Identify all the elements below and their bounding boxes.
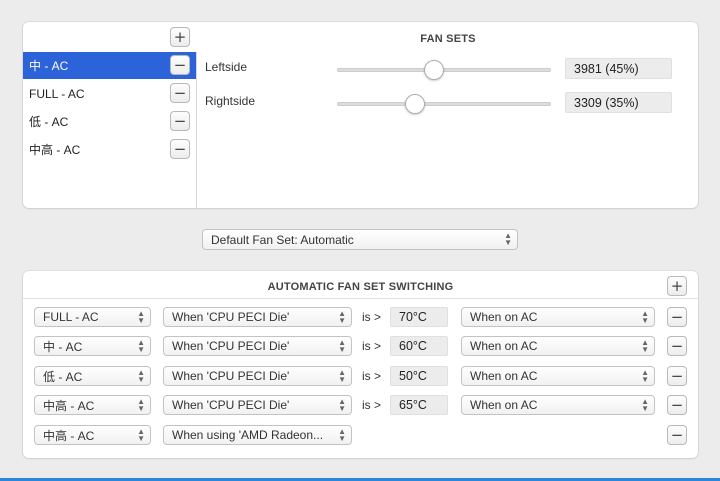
up-down-chevron-icon: ▲ ▼: [338, 397, 346, 413]
fan-set-item-label: 中高 - AC: [29, 143, 81, 157]
fan-set-item-label: 中 - AC: [29, 59, 69, 73]
add-rule-button[interactable]: +: [667, 276, 687, 296]
rule-condition-popup[interactable]: When 'CPU PECI Die' ▲ ▼: [163, 336, 352, 356]
fan-speed-value: 3309 (35%): [565, 92, 672, 113]
up-down-chevron-icon: ▲ ▼: [338, 338, 346, 354]
up-down-chevron-icon: ▲ ▼: [137, 427, 145, 443]
up-down-chevron-icon: ▲ ▼: [338, 427, 346, 443]
heading-divider: [23, 298, 698, 299]
remove-fan-set-button[interactable]: −: [170, 139, 190, 159]
fan-sets-panel: FAN SETS 中 - AC FULL - AC 低 - AC 中高 - AC…: [23, 22, 698, 208]
rule-operator-label: is >: [362, 369, 382, 383]
up-down-chevron-icon: ▲ ▼: [641, 338, 649, 354]
rule-fan-set-popup[interactable]: 中 - AC ▲ ▼: [34, 336, 151, 356]
rule-power-label: When on AC: [470, 398, 538, 412]
rule-fan-set-label: FULL - AC: [43, 310, 99, 324]
up-down-chevron-icon: ▲ ▼: [641, 397, 649, 413]
list-divider: [196, 52, 197, 208]
rule-power-popup[interactable]: When on AC ▲ ▼: [461, 395, 655, 415]
rule-operator-label: is >: [362, 398, 382, 412]
remove-rule-button[interactable]: −: [667, 395, 687, 415]
rule-power-label: When on AC: [470, 339, 538, 353]
rule-condition-popup[interactable]: When 'CPU PECI Die' ▲ ▼: [163, 307, 352, 327]
rule-power-label: When on AC: [470, 310, 538, 324]
rule-condition-label: When 'CPU PECI Die': [172, 369, 290, 383]
minus-icon: −: [670, 307, 684, 326]
fan-speed-slider-knob[interactable]: [404, 94, 425, 114]
rule-condition-label: When 'CPU PECI Die': [172, 310, 290, 324]
up-down-chevron-icon: ▲ ▼: [338, 368, 346, 384]
remove-rule-button[interactable]: −: [667, 425, 687, 445]
rule-fan-set-label: 中高 - AC: [43, 428, 95, 443]
fan-name-label: Rightside: [205, 94, 256, 108]
fan-set-item-label: FULL - AC: [29, 86, 85, 101]
minus-icon: −: [670, 395, 684, 414]
remove-fan-set-button[interactable]: −: [170, 55, 190, 75]
fan-speed-value: 3981 (45%): [565, 58, 672, 79]
up-down-chevron-icon: ▲ ▼: [137, 368, 145, 384]
up-down-chevron-icon: ▲ ▼: [137, 309, 145, 325]
up-down-chevron-icon: ▲ ▼: [641, 368, 649, 384]
rule-threshold-field[interactable]: 60°C: [390, 336, 448, 356]
rule-condition-popup[interactable]: When 'CPU PECI Die' ▲ ▼: [163, 366, 352, 386]
fan-set-item-label: 低 - AC: [29, 115, 69, 129]
rule-fan-set-label: 中 - AC: [43, 339, 83, 354]
minus-icon: −: [670, 366, 684, 385]
default-fan-set-label: Default Fan Set: Automatic: [211, 232, 354, 247]
fan-speed-slider-knob[interactable]: [424, 60, 445, 80]
rule-condition-label: When 'CPU PECI Die': [172, 339, 290, 353]
rule-fan-set-popup[interactable]: 中高 - AC ▲ ▼: [34, 395, 151, 415]
rule-condition-label: When 'CPU PECI Die': [172, 398, 290, 412]
rule-fan-set-popup[interactable]: 中高 - AC ▲ ▼: [34, 425, 151, 445]
rule-condition-popup[interactable]: When 'CPU PECI Die' ▲ ▼: [163, 395, 352, 415]
rule-threshold-field[interactable]: 70°C: [390, 307, 448, 327]
rule-power-popup[interactable]: When on AC ▲ ▼: [461, 336, 655, 356]
rule-operator-label: is >: [362, 339, 382, 353]
plus-icon: +: [670, 276, 684, 295]
rule-condition-label: When using 'AMD Radeon...: [172, 428, 324, 442]
rule-threshold-field[interactable]: 65°C: [390, 395, 448, 415]
fan-sets-title: FAN SETS: [420, 33, 476, 45]
up-down-chevron-icon: ▲ ▼: [137, 397, 145, 413]
rule-fan-set-label: 低 - AC: [43, 369, 83, 384]
up-down-chevron-icon: ▲ ▼: [504, 231, 512, 247]
up-down-chevron-icon: ▲ ▼: [137, 338, 145, 354]
remove-rule-button[interactable]: −: [667, 366, 687, 386]
add-fan-set-button[interactable]: +: [170, 27, 190, 47]
rule-condition-popup[interactable]: When using 'AMD Radeon... ▲ ▼: [163, 425, 352, 445]
rule-power-popup[interactable]: When on AC ▲ ▼: [461, 307, 655, 327]
minus-icon: −: [670, 336, 684, 355]
automatic-switching-title: AUTOMATIC FAN SET SWITCHING: [267, 281, 454, 293]
fan-name-label: Leftside: [205, 60, 248, 74]
plus-icon: +: [173, 27, 187, 46]
rule-threshold-field[interactable]: 50°C: [390, 366, 448, 386]
minus-icon: −: [173, 83, 187, 102]
default-fan-set-popup[interactable]: Default Fan Set: Automatic ▲ ▼: [202, 229, 518, 250]
up-down-chevron-icon: ▲ ▼: [338, 309, 346, 325]
up-down-chevron-icon: ▲ ▼: [641, 309, 649, 325]
rule-operator-label: is >: [362, 310, 382, 324]
minus-icon: −: [173, 111, 187, 130]
rule-fan-set-label: 中高 - AC: [43, 398, 95, 413]
minus-icon: −: [173, 55, 187, 74]
remove-fan-set-button[interactable]: −: [170, 83, 190, 103]
remove-rule-button[interactable]: −: [667, 307, 687, 327]
fan-speed-slider-track[interactable]: [337, 102, 551, 106]
remove-fan-set-button[interactable]: −: [170, 111, 190, 131]
rule-fan-set-popup[interactable]: FULL - AC ▲ ▼: [34, 307, 151, 327]
remove-rule-button[interactable]: −: [667, 336, 687, 356]
rule-fan-set-popup[interactable]: 低 - AC ▲ ▼: [34, 366, 151, 386]
minus-icon: −: [173, 139, 187, 158]
rule-power-popup[interactable]: When on AC ▲ ▼: [461, 366, 655, 386]
rule-power-label: When on AC: [470, 369, 538, 383]
minus-icon: −: [670, 425, 684, 444]
